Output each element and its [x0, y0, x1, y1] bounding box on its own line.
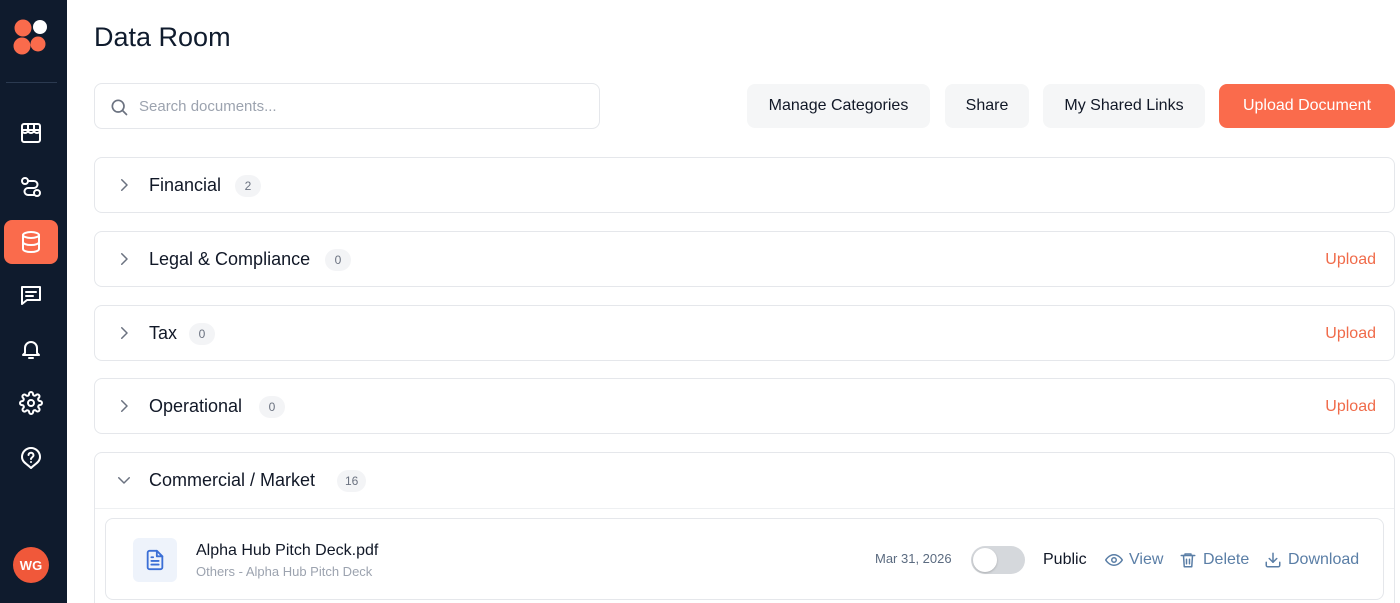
category-commercial-market: Commercial / Market 16 Alpha Hub Pitch D…: [94, 452, 1395, 603]
delete-label: Delete: [1203, 551, 1250, 568]
category-name: Legal & Compliance: [149, 249, 311, 269]
upload-link[interactable]: Upload: [1325, 251, 1376, 269]
document-icon: [146, 549, 164, 571]
download-label: Download: [1288, 551, 1360, 568]
public-toggle[interactable]: [971, 546, 1025, 574]
download-button[interactable]: Download: [1264, 551, 1359, 569]
chevron-right-icon[interactable]: [115, 397, 133, 415]
file-icon-box: [133, 538, 177, 582]
chevron-down-icon[interactable]: [115, 471, 133, 489]
share-button[interactable]: Share: [945, 84, 1029, 128]
chevron-right-icon[interactable]: [115, 324, 133, 342]
upload-link[interactable]: Upload: [1325, 325, 1376, 343]
category-header[interactable]: Commercial / Market 16: [95, 453, 1394, 509]
gear-icon: [19, 391, 43, 415]
bell-icon: [22, 341, 40, 359]
message-icon: [21, 286, 41, 305]
sidebar-divider: [6, 82, 57, 83]
category-name: Financial: [149, 175, 222, 195]
sidebar-item-messages[interactable]: [4, 273, 58, 317]
document-row: Alpha Hub Pitch Deck.pdf Others - Alpha …: [105, 518, 1384, 600]
toggle-knob: [973, 548, 997, 572]
document-name[interactable]: Alpha Hub Pitch Deck.pdf: [196, 542, 378, 560]
category-financial[interactable]: Financial 2: [94, 157, 1395, 213]
sidebar: WG: [0, 0, 67, 603]
download-icon: [1265, 552, 1281, 568]
category-name: Tax: [149, 323, 178, 343]
public-label: Public: [1043, 551, 1087, 568]
search-box: [94, 83, 600, 129]
delete-button[interactable]: Delete: [1179, 551, 1249, 569]
sidebar-item-route[interactable]: [4, 165, 58, 209]
category-legal-compliance[interactable]: Legal & Compliance 0 Upload: [94, 231, 1395, 287]
chevron-right-icon[interactable]: [115, 250, 133, 268]
route-icon: [21, 177, 41, 197]
count-badge: 16: [337, 470, 367, 492]
store-icon: [21, 123, 41, 143]
app-logo[interactable]: [12, 18, 50, 56]
count-badge: 0: [259, 396, 285, 418]
document-subtitle: Others - Alpha Hub Pitch Deck: [196, 564, 373, 579]
upload-link[interactable]: Upload: [1325, 398, 1376, 416]
help-icon: [21, 447, 41, 469]
count-badge: 0: [325, 249, 351, 271]
user-avatar[interactable]: WG: [13, 547, 49, 583]
category-name: Commercial / Market: [149, 470, 316, 490]
count-badge: 2: [235, 175, 261, 197]
document-date: Mar 31, 2026: [875, 551, 952, 566]
sidebar-item-notifications[interactable]: [4, 327, 58, 371]
count-badge: 0: [189, 323, 215, 345]
app: WG Data Room Manage Categories Share My …: [0, 0, 1400, 603]
sidebar-item-data-room[interactable]: [4, 220, 58, 264]
page-title: Data Room: [94, 22, 231, 52]
sidebar-item-store[interactable]: [4, 111, 58, 155]
view-label: View: [1129, 551, 1164, 568]
sidebar-item-settings[interactable]: [4, 381, 58, 425]
my-shared-links-button[interactable]: My Shared Links: [1043, 84, 1205, 128]
chevron-right-icon[interactable]: [115, 176, 133, 194]
category-tax[interactable]: Tax 0 Upload: [94, 305, 1395, 361]
sidebar-item-help[interactable]: [4, 436, 58, 480]
view-button[interactable]: View: [1105, 551, 1163, 569]
search-icon: [111, 99, 128, 116]
trash-icon: [1180, 553, 1196, 568]
search-input[interactable]: [139, 84, 579, 128]
manage-categories-button[interactable]: Manage Categories: [747, 84, 930, 128]
database-icon: [22, 231, 40, 253]
category-operational[interactable]: Operational 0 Upload: [94, 378, 1395, 434]
category-name: Operational: [149, 396, 243, 416]
upload-document-button[interactable]: Upload Document: [1219, 84, 1395, 128]
eye-icon: [1105, 554, 1123, 566]
